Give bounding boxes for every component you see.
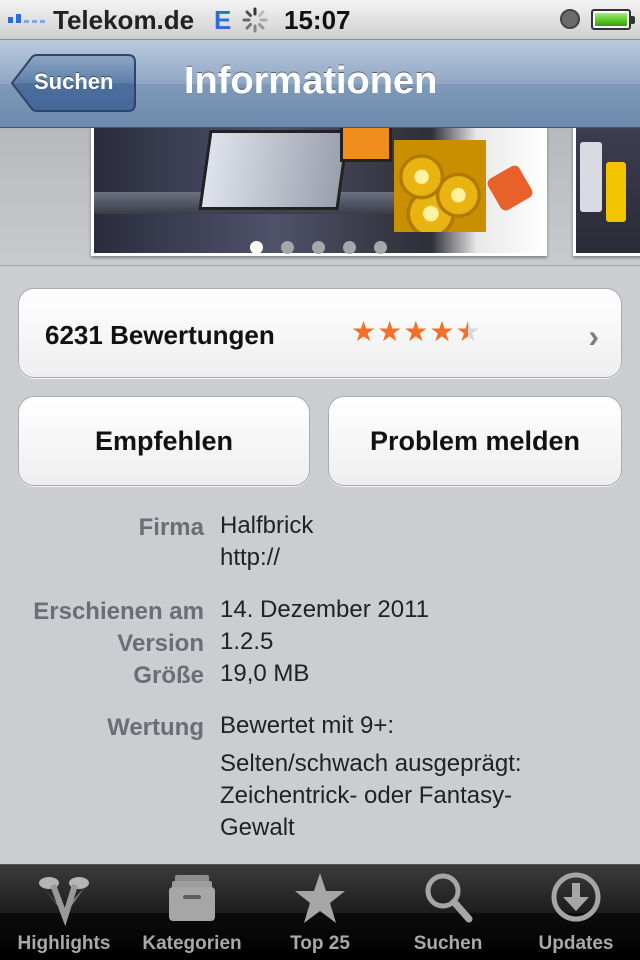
battery-icon <box>591 9 635 30</box>
detail-value: 1.2.5 <box>220 628 274 655</box>
alarm-clock-icon <box>560 9 580 29</box>
detail-value: 14. Dezember 2011 <box>220 596 430 623</box>
signal-strength-icon <box>8 14 45 23</box>
ratings-count: 6231 Bewertungen <box>45 320 275 350</box>
detail-value: 19,0 MB <box>220 660 310 687</box>
categories-icon <box>169 875 215 921</box>
recommend-button[interactable]: Empfehlen <box>18 396 310 486</box>
detail-label: Größe <box>133 662 204 689</box>
detail-value: Zeichentrick- oder Fantasy- <box>220 782 513 809</box>
highlights-icon <box>39 877 89 927</box>
chevron-right-icon: › <box>588 318 599 354</box>
detail-label: Version <box>117 630 204 657</box>
detail-label: Erschienen am <box>33 598 204 625</box>
detail-value: Gewalt <box>220 814 295 841</box>
detail-label: Firma <box>138 514 204 541</box>
tab-search[interactable]: Suchen <box>384 865 512 960</box>
tab-top25[interactable]: Top 25 <box>256 865 384 960</box>
ratings-row[interactable]: 6231 Bewertungen ★ ★ ★ ★ ★ › <box>18 288 622 378</box>
page-dot-active <box>250 241 263 254</box>
star-icon: ★ <box>351 316 377 347</box>
screenshot-image-next[interactable] <box>573 128 640 256</box>
tab-label: Highlights <box>17 933 111 954</box>
updates-icon <box>551 872 601 922</box>
star-icon: ★ <box>403 316 429 347</box>
tab-label: Top 25 <box>290 933 350 954</box>
company-link[interactable]: http:// <box>220 542 620 574</box>
star-icon: ★ <box>377 316 403 347</box>
page-indicator[interactable] <box>250 241 640 254</box>
page-dot <box>281 241 294 254</box>
page-dot <box>343 241 356 254</box>
clock: 15:07 <box>284 5 351 35</box>
tab-bar: Highlights Kategorien Top 25 Suchen Upda… <box>0 864 640 960</box>
navigation-bar: Suchen Informationen <box>0 40 640 128</box>
tab-highlights[interactable]: Highlights <box>0 865 128 960</box>
screenshot-image[interactable] <box>91 128 547 256</box>
detail-value: Halfbrick <box>220 512 314 539</box>
detail-label: Wertung <box>107 714 204 741</box>
detail-value: Selten/schwach ausgeprägt: <box>220 750 522 777</box>
network-type: E <box>214 5 232 35</box>
search-icon <box>425 873 473 923</box>
back-button-label: Suchen <box>34 69 114 94</box>
carrier-name: Telekom.de <box>53 5 195 35</box>
half-star-icon: ★ <box>455 316 481 347</box>
report-problem-button[interactable]: Problem melden <box>328 396 622 486</box>
page-title: Informationen <box>184 60 438 102</box>
screenshot-gallery[interactable] <box>0 128 640 266</box>
page-dot <box>312 241 325 254</box>
tab-categories[interactable]: Kategorien <box>128 865 256 960</box>
star-rating: ★ ★ ★ ★ ★ <box>351 317 481 347</box>
star-icon: ★ <box>429 316 455 347</box>
back-button[interactable]: Suchen <box>10 54 136 112</box>
status-bar: Telekom.de E 15:07 <box>0 0 640 40</box>
tab-label: Kategorien <box>142 933 242 954</box>
detail-value: Bewertet mit 9+: <box>220 712 395 739</box>
activity-spinner-icon <box>242 7 268 33</box>
tab-label: Suchen <box>413 933 483 954</box>
tab-updates[interactable]: Updates <box>512 865 640 960</box>
page-dot <box>374 241 387 254</box>
tab-label: Updates <box>538 933 614 954</box>
star-icon <box>295 873 345 923</box>
